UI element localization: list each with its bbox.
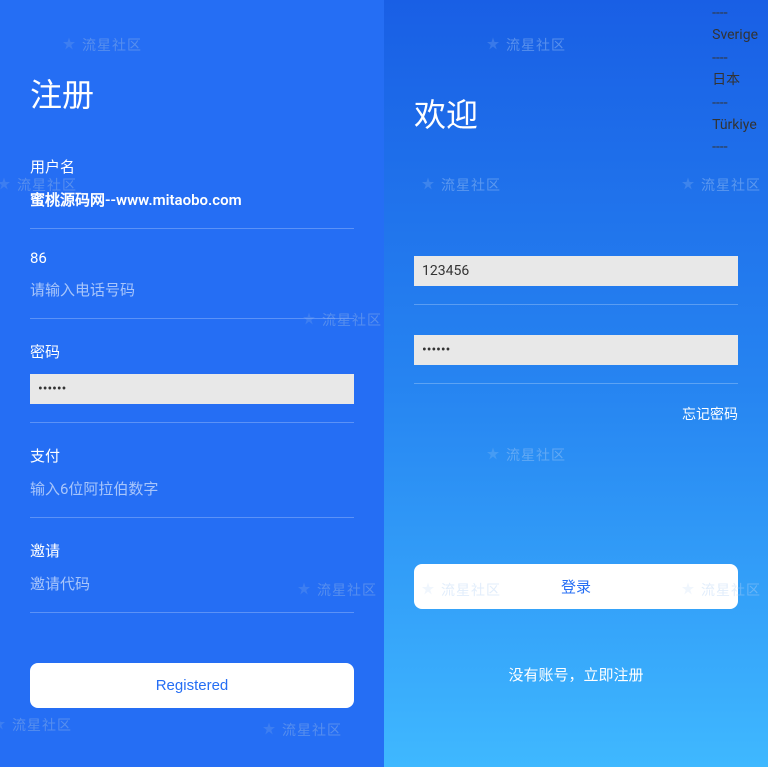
username-label: 用户名 [30, 156, 354, 177]
login-panel: ---- Sverige ---- 日本 ---- Türkiye ---- 欢… [384, 0, 768, 767]
divider [414, 304, 738, 305]
lang-item-sverige[interactable]: Sverige [712, 24, 758, 46]
watermark: 流星社区 [260, 720, 342, 740]
password-label: 密码 [30, 341, 354, 362]
invite-placeholder[interactable]: 邀请代码 [30, 573, 354, 594]
lang-separator: ---- [712, 47, 758, 69]
pay-label: 支付 [30, 445, 354, 466]
lang-item-turkiye[interactable]: Türkiye [712, 114, 758, 136]
language-selector: ---- Sverige ---- 日本 ---- Türkiye ---- [712, 2, 758, 159]
phone-placeholder[interactable]: 请输入电话号码 [30, 279, 354, 300]
invite-label: 邀请 [30, 540, 354, 561]
divider [30, 422, 354, 423]
password-field-block: 密码 [30, 341, 354, 423]
login-username-block [414, 256, 738, 305]
lang-separator: ---- [712, 136, 758, 158]
register-button[interactable]: Registered [30, 663, 354, 708]
login-password-input[interactable] [414, 335, 738, 365]
forgot-password-link[interactable]: 忘记密码 [414, 404, 738, 424]
lang-separator: ---- [712, 2, 758, 24]
divider [30, 228, 354, 229]
country-code[interactable]: 86 [30, 249, 354, 267]
invite-field-block: 邀请 邀请代码 [30, 540, 354, 613]
username-field-block: 用户名 蜜桃源码网--www.mitaobo.com [30, 156, 354, 229]
divider [30, 318, 354, 319]
signup-link[interactable]: 没有账号，立即注册 [414, 664, 738, 685]
watermark: 流星社区 [419, 175, 501, 195]
divider [30, 517, 354, 518]
login-password-block [414, 335, 738, 384]
watermark: 流星社区 [0, 715, 72, 735]
register-title: 注册 [30, 70, 354, 116]
lang-separator: ---- [712, 92, 758, 114]
divider [414, 383, 738, 384]
register-panel: 注册 用户名 蜜桃源码网--www.mitaobo.com 86 请输入电话号码… [0, 0, 384, 767]
watermark: 流星社区 [60, 35, 142, 55]
phone-field-block: 86 请输入电话号码 [30, 249, 354, 319]
lang-item-japan[interactable]: 日本 [712, 69, 758, 91]
watermark: 流星社区 [484, 35, 566, 55]
divider [30, 612, 354, 613]
login-title: 欢迎 [414, 90, 738, 136]
password-input[interactable] [30, 374, 354, 404]
pay-placeholder[interactable]: 输入6位阿拉伯数字 [30, 478, 354, 499]
username-value: 蜜桃源码网--www.mitaobo.com [30, 189, 354, 210]
pay-field-block: 支付 输入6位阿拉伯数字 [30, 445, 354, 518]
watermark: 流星社区 [679, 175, 761, 195]
watermark: 流星社区 [484, 445, 566, 465]
login-username-input[interactable] [414, 256, 738, 286]
login-button[interactable]: 登录 [414, 564, 738, 609]
